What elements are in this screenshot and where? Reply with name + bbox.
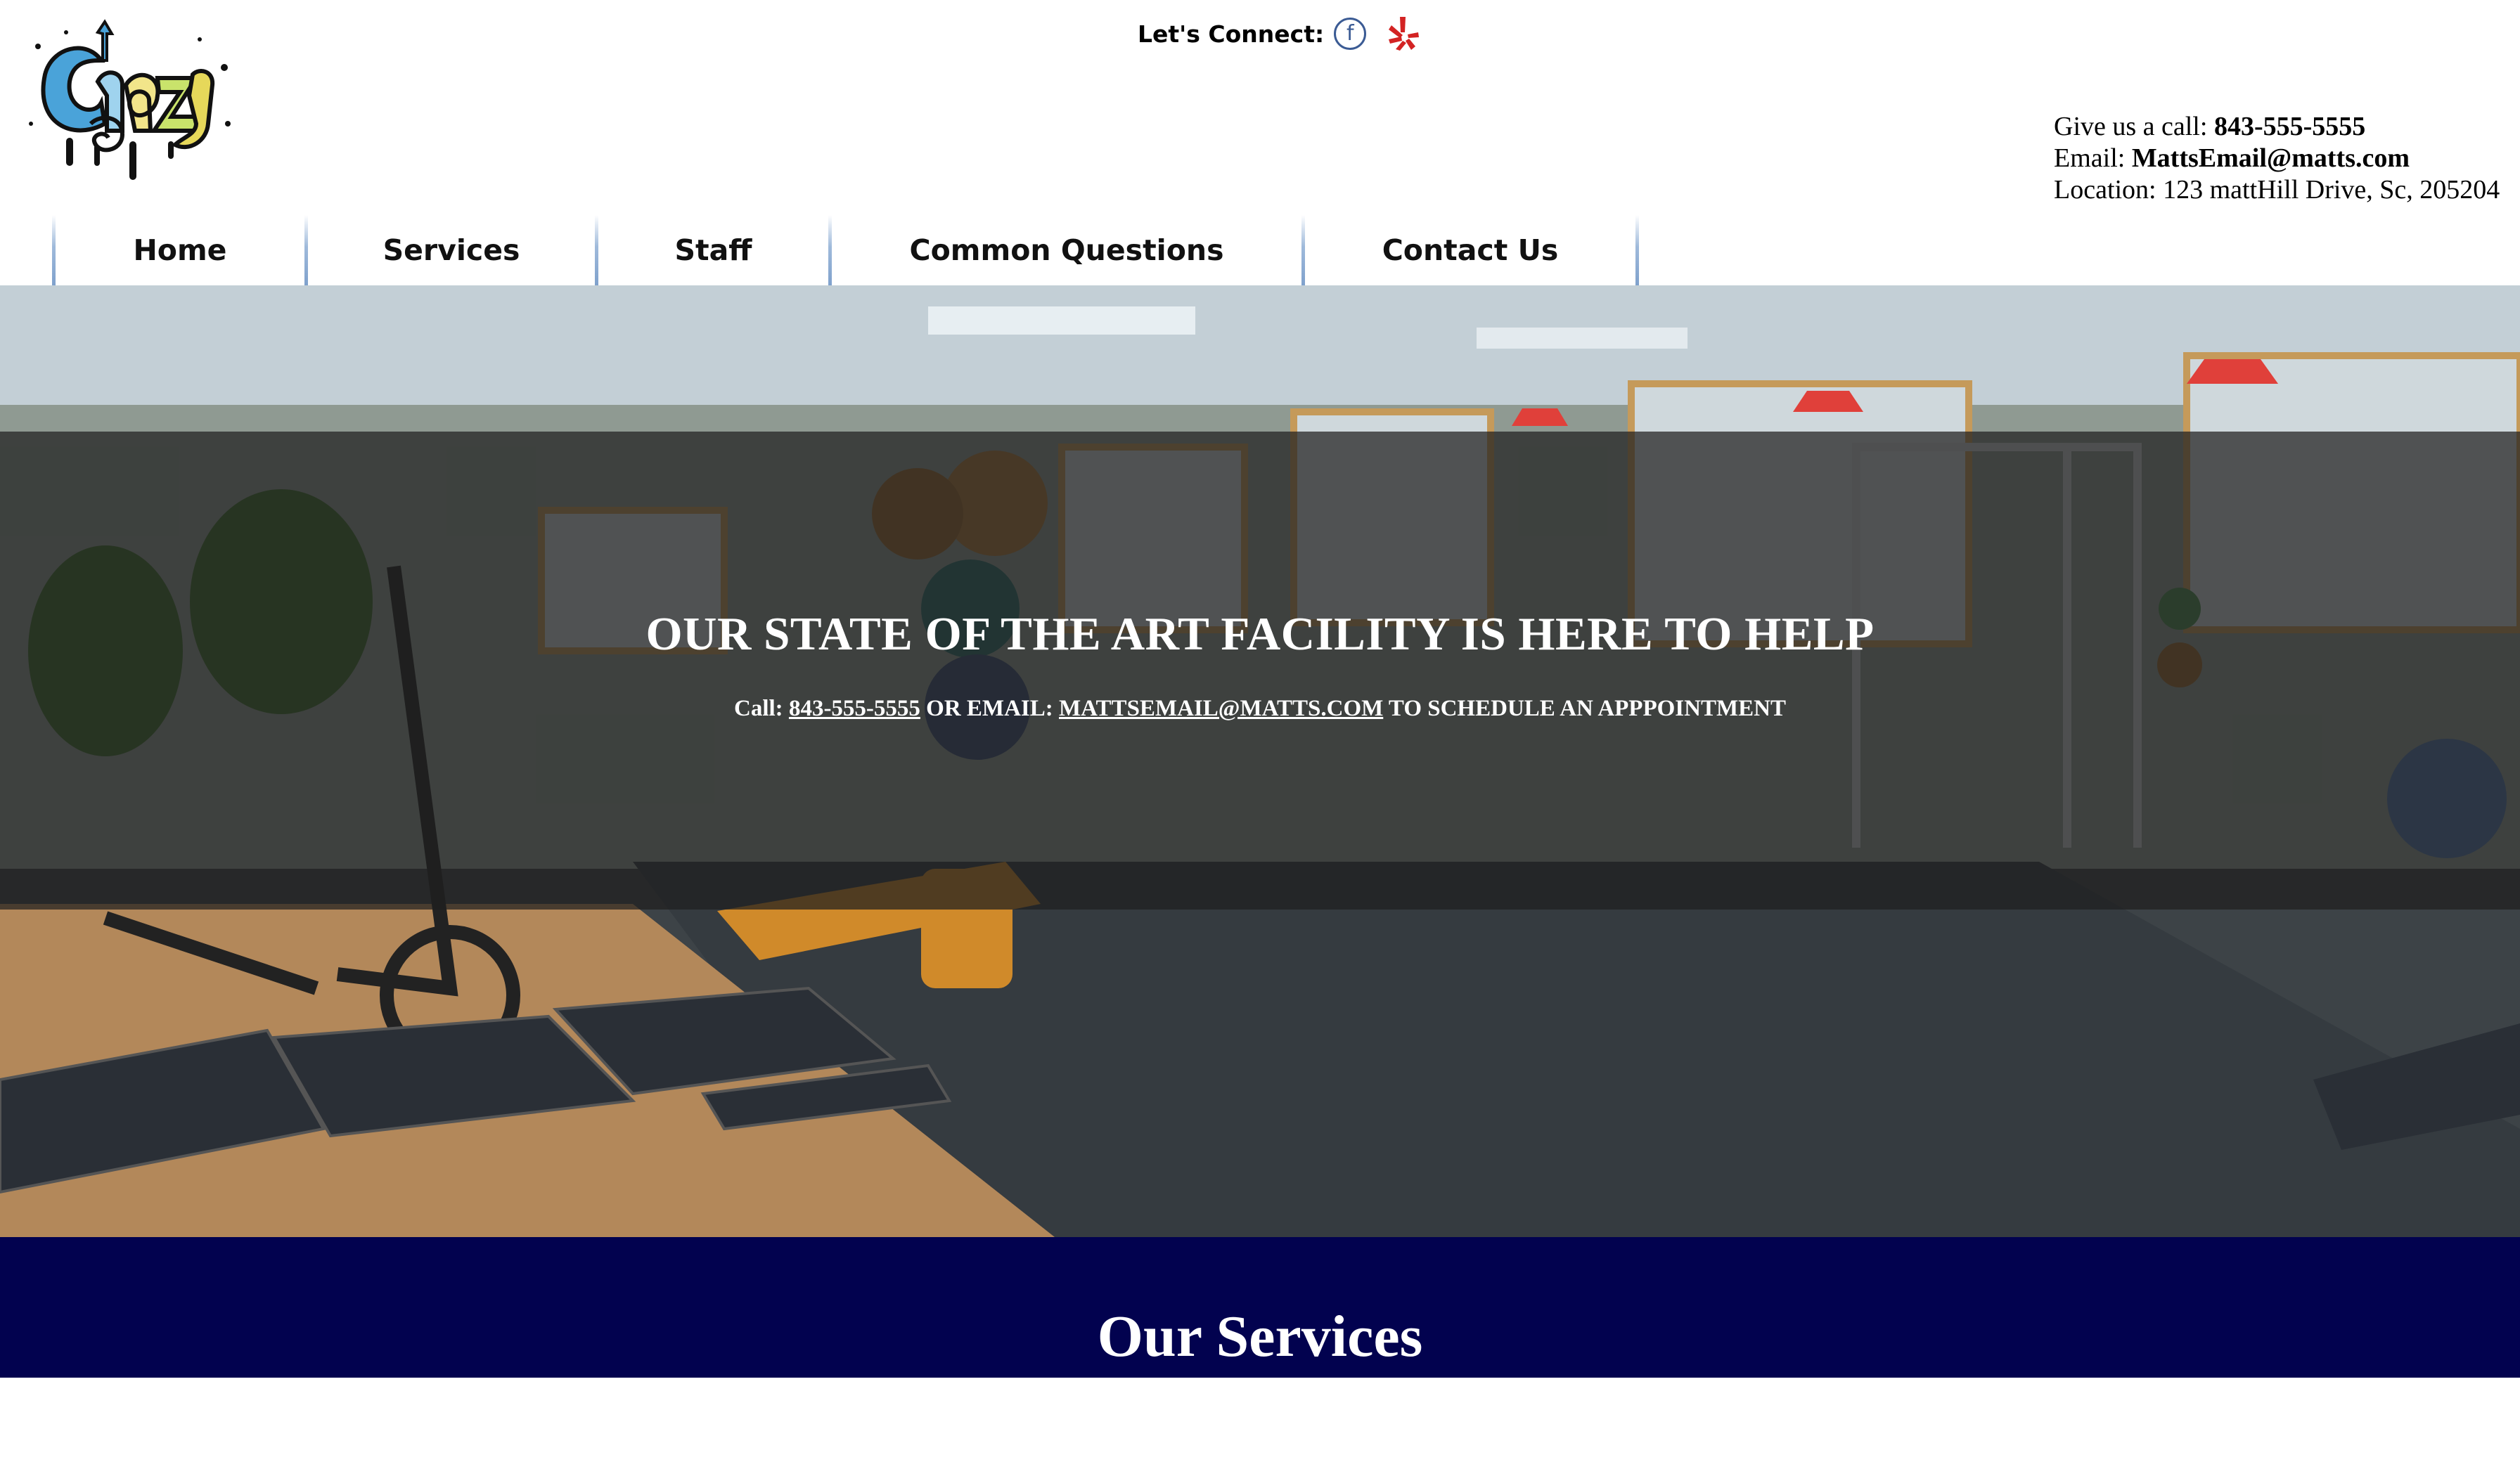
- contact-location: Location: 123 mattHill Drive, Sc, 205204: [2054, 175, 2500, 205]
- phone-number[interactable]: 843-555-5555: [2214, 112, 2365, 141]
- nav-separator: [1635, 215, 1639, 285]
- nav-item-contact-us[interactable]: Contact Us: [1305, 215, 1635, 285]
- call-prefix: Give us a call:: [2054, 112, 2214, 141]
- nav-item-home[interactable]: Home: [56, 215, 304, 285]
- site-logo[interactable]: [24, 18, 238, 187]
- contact-phone-line: Give us a call: 843-555-5555: [2054, 111, 2500, 143]
- hero-or-email-label: OR EMAIL:: [920, 696, 1060, 721]
- nav-item-common-questions[interactable]: Common Questions: [832, 215, 1301, 285]
- connect-label: Let's Connect:: [1138, 20, 1325, 48]
- services-heading: Our Services: [1097, 1304, 1423, 1369]
- yelp-icon[interactable]: [1386, 15, 1421, 52]
- hero-title: OUR STATE OF THE ART FACILITY IS HERE TO…: [645, 608, 1875, 660]
- hero-subtitle: Call: 843-555-5555 OR EMAIL: MATTSEMAIL@…: [0, 696, 2520, 722]
- contact-info: Give us a call: 843-555-5555 Email: Matt…: [2054, 111, 2500, 206]
- graffiti-logo-icon: [29, 19, 231, 180]
- facebook-icon[interactable]: f: [1334, 18, 1367, 50]
- hero-email-link[interactable]: MATTSEMAIL@MATTS.COM: [1059, 696, 1383, 721]
- social-connect: Let's Connect: f: [1138, 15, 1421, 52]
- contact-email-line: Email: MattsEmail@matts.com: [2054, 143, 2500, 174]
- hero-phone-link[interactable]: 843-555-5555: [789, 696, 920, 721]
- hero-section: OUR STATE OF THE ART FACILITY IS HERE TO…: [0, 285, 2520, 1237]
- nav-item-services[interactable]: Services: [308, 215, 595, 285]
- nav-item-staff[interactable]: Staff: [598, 215, 828, 285]
- main-nav: Home Services Staff Common Questions Con…: [0, 215, 1639, 285]
- hero-call-label: Call:: [734, 696, 789, 721]
- services-section: Our Services: [0, 1237, 2520, 1378]
- email-prefix: Email:: [2054, 143, 2132, 173]
- hero-schedule-text: TO SCHEDULE AN APPPOINTMENT: [1383, 696, 1786, 721]
- email-address[interactable]: MattsEmail@matts.com: [2132, 143, 2410, 173]
- hero-overlay-banner: [0, 432, 2520, 910]
